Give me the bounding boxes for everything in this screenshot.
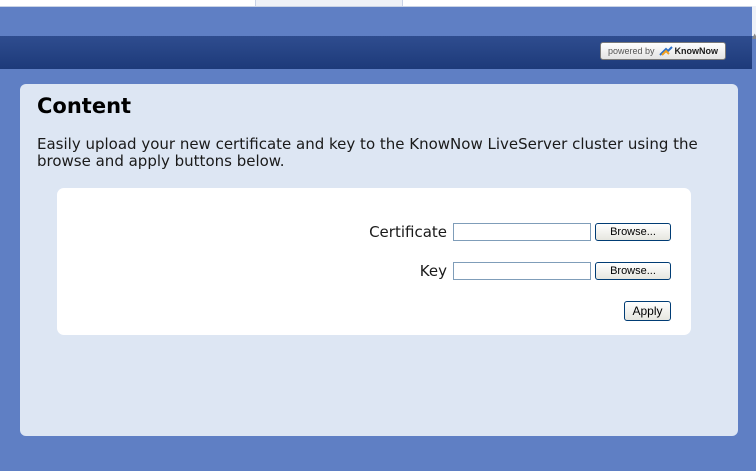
knownow-brand-text: KnowNow xyxy=(674,46,719,56)
certificate-row: Certificate Browse... xyxy=(369,222,671,242)
top-tab-notch xyxy=(255,0,403,6)
key-label: Key xyxy=(419,262,447,280)
page-title: Content xyxy=(37,94,132,118)
content-panel: Content Easily upload your new certifica… xyxy=(20,84,738,436)
certificate-label: Certificate xyxy=(369,223,447,241)
scroll-up-arrow-icon[interactable]: ▲ xyxy=(752,32,756,40)
key-file-input[interactable] xyxy=(453,262,591,280)
powered-by-text: powered by xyxy=(607,46,655,56)
browser-top-strip xyxy=(0,0,756,7)
scrollbar[interactable]: ▲ xyxy=(752,6,756,40)
footer-band xyxy=(0,440,752,471)
powered-by-badge[interactable]: powered by KnowNow xyxy=(600,42,726,60)
header-band: powered by KnowNow xyxy=(0,36,752,69)
certificate-file-input[interactable] xyxy=(453,223,591,241)
knownow-logo-icon xyxy=(658,46,673,56)
key-browse-button[interactable]: Browse... xyxy=(595,262,671,280)
intro-text: Easily upload your new certificate and k… xyxy=(37,135,698,170)
apply-button[interactable]: Apply xyxy=(624,301,671,321)
upload-form-card: Certificate Browse... Key Browse... Appl… xyxy=(57,188,691,335)
key-row: Key Browse... xyxy=(420,261,671,281)
certificate-browse-button[interactable]: Browse... xyxy=(595,223,671,241)
